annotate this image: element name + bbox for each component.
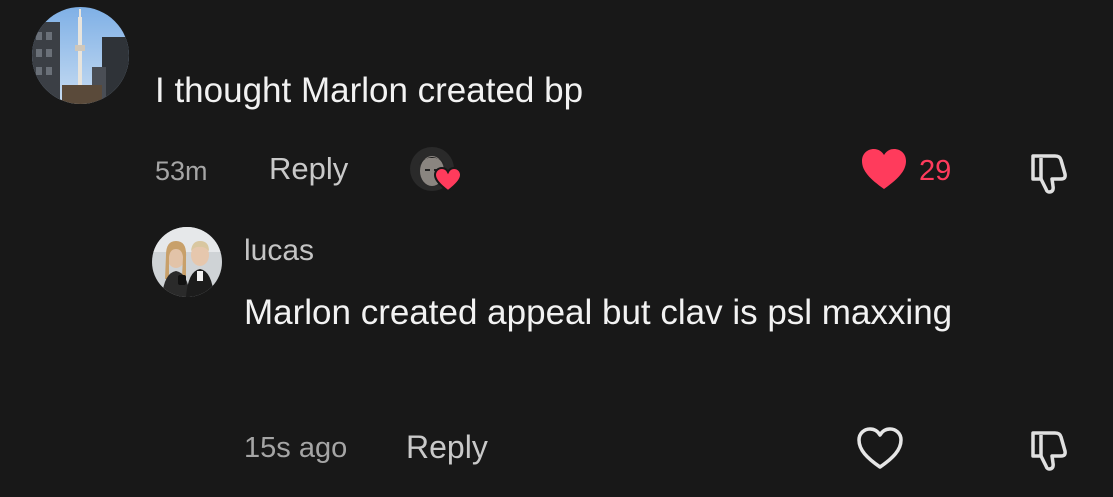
reply-to-reply-button[interactable]: Reply bbox=[406, 428, 488, 466]
thumbs-down-icon bbox=[1031, 154, 1067, 194]
heart-badge-icon bbox=[433, 166, 463, 193]
like-count: 29 bbox=[919, 155, 952, 187]
comment-text: I thought Marlon created bp bbox=[155, 71, 584, 110]
reply-commenter-avatar[interactable] bbox=[152, 227, 222, 297]
heart-outline-icon bbox=[857, 427, 903, 469]
liked-by-creator-badge bbox=[410, 147, 463, 195]
reply-timestamp: 15s ago bbox=[244, 432, 348, 464]
thumbs-down-icon bbox=[1031, 431, 1067, 471]
like-button[interactable] bbox=[860, 147, 908, 191]
dislike-button[interactable] bbox=[1025, 146, 1075, 196]
commenter-avatar[interactable] bbox=[32, 7, 129, 104]
reply-dislike-button[interactable] bbox=[1025, 423, 1075, 473]
reply-like-button[interactable] bbox=[855, 425, 905, 471]
couple-photo-avatar-icon bbox=[152, 227, 222, 297]
comment-timestamp: 53m bbox=[155, 156, 208, 186]
reply-username[interactable]: lucas bbox=[244, 233, 314, 269]
heart-filled-icon bbox=[862, 149, 906, 189]
tower-photo-avatar-icon bbox=[32, 7, 129, 104]
reply-comment-text: Marlon created appeal but clav is psl ma… bbox=[244, 293, 953, 332]
reply-button[interactable]: Reply bbox=[269, 150, 348, 188]
